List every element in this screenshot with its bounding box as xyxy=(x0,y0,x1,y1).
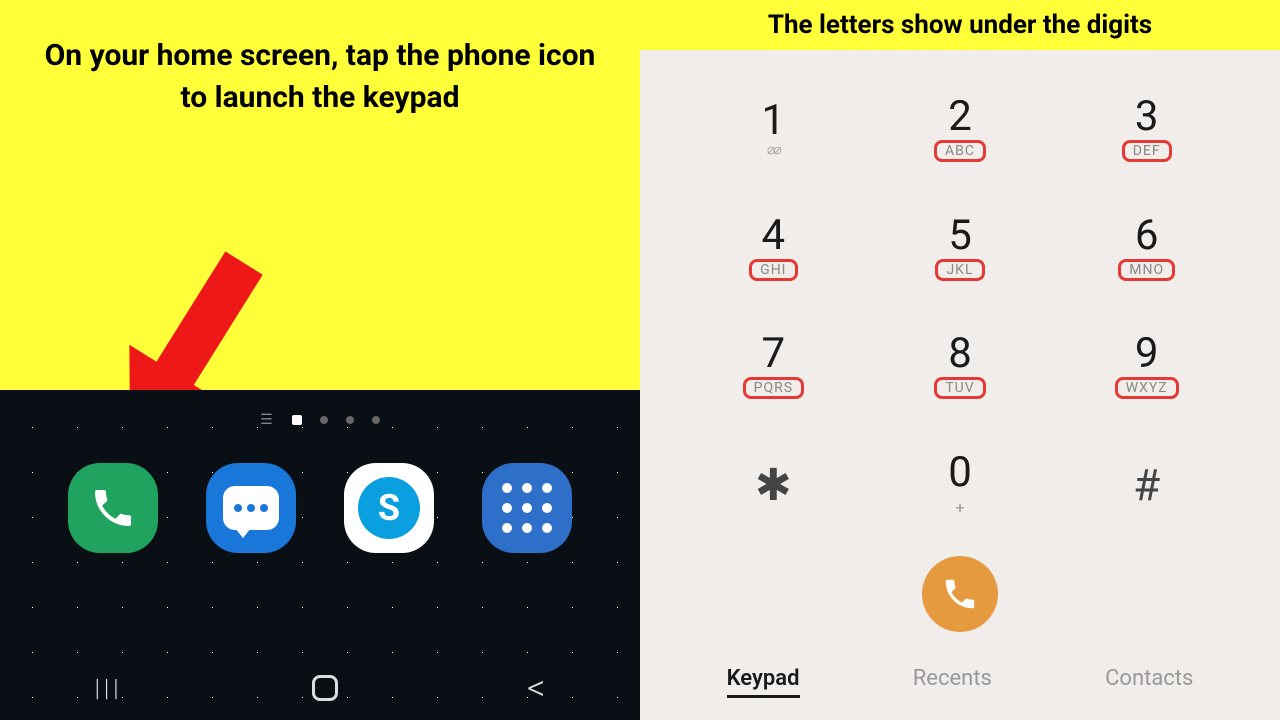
key-2[interactable]: 2 ABC xyxy=(867,70,1054,189)
tab-contacts[interactable]: Contacts xyxy=(1105,666,1193,698)
key-0[interactable]: 0 + xyxy=(867,426,1054,545)
phone-app-icon[interactable] xyxy=(68,463,158,553)
home-screen: ☰ S xyxy=(0,390,640,720)
tabs: Keypad Recents Contacts xyxy=(640,650,1280,720)
nav-back-button[interactable]: < xyxy=(527,667,545,709)
indicator-dot-icon xyxy=(320,416,328,424)
keypad: 1 ⌀⌀ 2 ABC 3 DEF 4 GHI 5 JKL 6 MNO xyxy=(640,50,1280,544)
key-8[interactable]: 8 TUV xyxy=(867,307,1054,426)
tab-recents[interactable]: Recents xyxy=(913,666,992,698)
voicemail-icon: ⌀⌀ xyxy=(767,142,780,158)
indicator-dot-icon xyxy=(372,416,380,424)
key-5[interactable]: 5 JKL xyxy=(867,189,1054,308)
indicator-dot-icon xyxy=(346,416,354,424)
call-button[interactable] xyxy=(922,556,998,632)
dock: S xyxy=(0,428,640,553)
page-indicators: ☰ xyxy=(0,390,640,428)
key-9[interactable]: 9 WXYZ xyxy=(1053,307,1240,426)
messages-app-icon[interactable] xyxy=(206,463,296,553)
instruction-text: On your home screen, tap the phone icon … xyxy=(0,0,640,154)
key-hash[interactable]: # xyxy=(1053,426,1240,545)
key-star[interactable]: ✱ xyxy=(680,426,867,545)
key-3[interactable]: 3 DEF xyxy=(1053,70,1240,189)
apps-drawer-icon[interactable] xyxy=(482,463,572,553)
right-title: The letters show under the digits xyxy=(640,0,1280,50)
key-6[interactable]: 6 MNO xyxy=(1053,189,1240,308)
nav-home-button[interactable] xyxy=(312,675,338,701)
tab-keypad[interactable]: Keypad xyxy=(727,666,800,698)
indicator-lines-icon: ☰ xyxy=(260,412,274,428)
right-panel: The letters show under the digits 1 ⌀⌀ 2… xyxy=(640,0,1280,720)
key-1[interactable]: 1 ⌀⌀ xyxy=(680,70,867,189)
call-button-wrap xyxy=(640,544,1280,650)
skype-app-icon[interactable]: S xyxy=(344,463,434,553)
key-4[interactable]: 4 GHI xyxy=(680,189,867,308)
nav-recent-button[interactable]: ||| xyxy=(95,674,123,702)
indicator-home-icon xyxy=(292,415,302,425)
left-panel: On your home screen, tap the phone icon … xyxy=(0,0,640,720)
nav-bar: ||| < xyxy=(0,656,640,720)
key-7[interactable]: 7 PQRS xyxy=(680,307,867,426)
